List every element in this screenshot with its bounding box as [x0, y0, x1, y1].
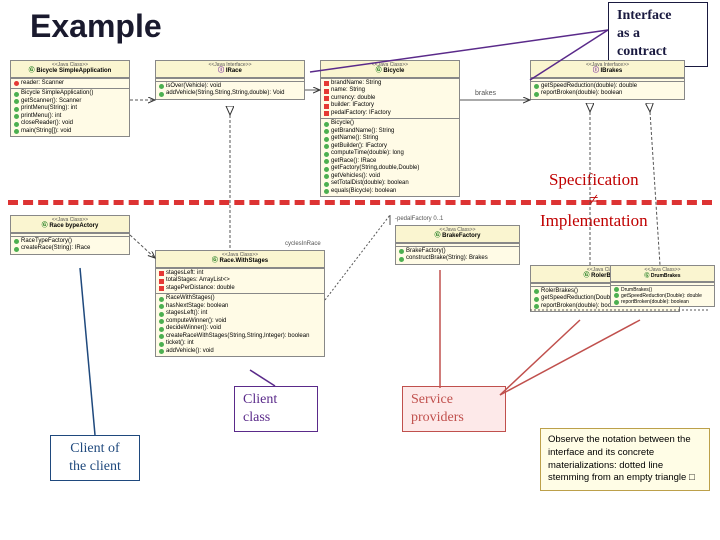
uml-race-with-stages: <<Java Class>>Ⓖ Race.WithStages stagesLe…: [155, 250, 325, 357]
uml-ibrakes: <<Java Interface>>Ⓘ IBrakes getSpeedRedu…: [530, 60, 685, 100]
callout-client-of-client: Client of the client: [50, 435, 140, 481]
uml-drum-brakes: <<Java Class>>Ⓖ DrumBrakes DrumBrakes()g…: [610, 265, 715, 307]
uml-brake-factory: <<Java Class>>Ⓖ BrakeFactory BrakeFactor…: [395, 225, 520, 265]
observe-note: Observe the notation between the interfa…: [540, 428, 710, 491]
callout-interface-contract: Interface as a contract: [608, 2, 708, 67]
svg-text:-pedalFactory 0..1: -pedalFactory 0..1: [395, 216, 444, 222]
callout-client-class: Client class: [234, 386, 318, 432]
uml-race-type-factory: <<Java Class>>Ⓖ Race bypeActory RaceType…: [10, 215, 130, 255]
uml-simple-application: <<Java Class>>Ⓖ Bicycle SimpleApplicatio…: [10, 60, 130, 137]
page-title: Example: [30, 8, 162, 45]
spec-line1: Specification: [540, 170, 648, 190]
svg-text:brakes: brakes: [475, 90, 497, 97]
callout-spec-vs-impl: Specification ≠ Implementation: [540, 170, 648, 231]
svg-text:cyclesInRace: cyclesInRace: [285, 241, 321, 247]
spec-line2: Implementation: [540, 211, 648, 231]
uml-irace: <<Java Interface>>Ⓘ IRace isOver(Vehicle…: [155, 60, 305, 100]
callout-service-providers: Service providers: [402, 386, 506, 432]
spec-neq: ≠: [540, 190, 648, 210]
uml-bicycle: <<Java Class>>Ⓖ Bicycle brandName: Strin…: [320, 60, 460, 197]
